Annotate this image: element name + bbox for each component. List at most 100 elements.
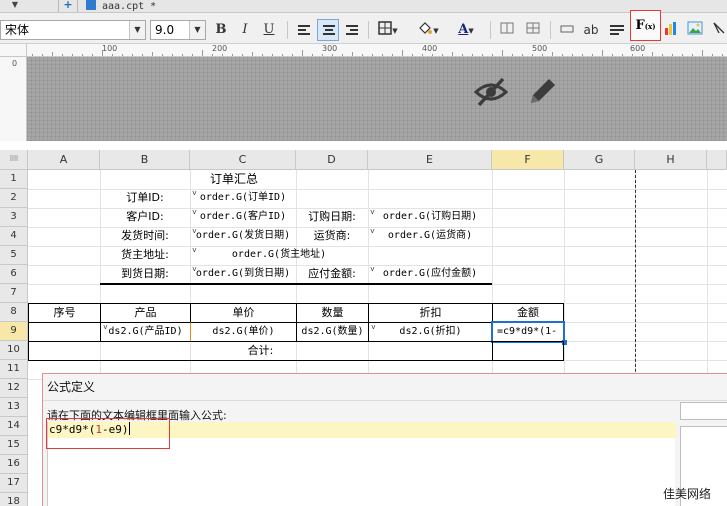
italic-button[interactable]: I (234, 19, 256, 41)
ship-time-value-cell[interactable]: order.G(发货日期) (190, 227, 296, 246)
row-header-8[interactable]: 8 (0, 303, 28, 322)
ship-time-label-cell[interactable]: 发货时间: (100, 227, 190, 246)
merge-cells-button[interactable] (496, 19, 518, 41)
row-header-18[interactable]: 18 (0, 493, 28, 506)
detail-seq-cell[interactable] (28, 322, 101, 342)
row-header-11[interactable]: 11 (0, 360, 28, 379)
border-button[interactable]: ▼ (373, 19, 403, 41)
column-header-f[interactable]: F (492, 150, 564, 170)
detail-discount-cell[interactable]: ds2.G(折扣) (368, 322, 493, 342)
header-price-cell[interactable]: 单价 (190, 303, 297, 323)
header-product-cell[interactable]: 产品 (100, 303, 191, 323)
ruler-mark: 300 (322, 44, 338, 53)
arrival-date-value-cell[interactable]: order.G(到货日期) (190, 265, 296, 284)
ruler-tick (282, 54, 283, 56)
row-header-13[interactable]: 13 (0, 398, 28, 417)
eye-slash-icon[interactable] (474, 75, 508, 109)
tab-file[interactable]: aaa.cpt * (86, 0, 164, 12)
customer-id-value-cell[interactable]: order.G(客户ID) (190, 208, 296, 227)
carrier-label-cell[interactable]: 运货商: (296, 227, 368, 246)
column-header-h[interactable]: H (635, 150, 707, 170)
formula-fx-button[interactable]: F(x) (630, 10, 661, 41)
underline-button[interactable]: U (258, 19, 280, 41)
split-cells-button[interactable] (522, 19, 544, 41)
cargo-address-label-cell[interactable]: 货主地址: (100, 246, 190, 265)
row-header-9[interactable]: 9 (0, 322, 28, 341)
slash-button[interactable] (708, 19, 727, 41)
total-amount-cell[interactable] (492, 341, 564, 361)
row-header-2[interactable]: 2 (0, 189, 28, 208)
row-header-14[interactable]: 14 (0, 417, 28, 436)
text-button[interactable]: ab (580, 19, 602, 41)
header-seq-cell[interactable]: 序号 (28, 303, 101, 323)
column-header-extra[interactable] (707, 150, 727, 170)
row-header-10[interactable]: 10 (0, 341, 28, 360)
column-header-d[interactable]: D (296, 150, 368, 170)
row-header-4[interactable]: 4 (0, 227, 28, 246)
row-header-3[interactable]: 3 (0, 208, 28, 227)
row-header-7[interactable]: 7 (0, 284, 28, 303)
align-right-button[interactable] (341, 19, 363, 41)
font-size-select[interactable]: 9.0 ▼ (150, 20, 206, 40)
pencil-icon[interactable] (525, 75, 559, 109)
column-header-e[interactable]: E (368, 150, 492, 170)
chevron-down-icon[interactable]: ▼ (189, 21, 205, 39)
order-date-label-cell[interactable]: 订购日期: (296, 208, 368, 227)
order-id-value-cell[interactable]: order.G(订单ID) (190, 189, 296, 208)
payable-value-cell[interactable]: order.G(应付金额) (368, 265, 492, 284)
order-id-label-cell[interactable]: 订单ID: (100, 189, 190, 208)
detail-qty-cell[interactable]: ds2.G(数量) (296, 322, 369, 342)
ruler-tick (462, 54, 463, 56)
row-header-6[interactable]: 6 (0, 265, 28, 284)
customer-id-label-cell[interactable]: 客户ID: (100, 208, 190, 227)
align-center-button[interactable] (317, 19, 339, 41)
ruler-tick (642, 54, 643, 56)
order-date-value-cell[interactable]: order.G(订购日期) (368, 208, 492, 227)
ruler-tick (232, 54, 233, 56)
report-title-cell[interactable]: 订单汇总 (100, 170, 368, 189)
ruler-tick (102, 50, 103, 56)
row-header-17[interactable]: 17 (0, 474, 28, 493)
column-header-a[interactable]: A (28, 150, 100, 170)
row-header-12[interactable]: 12 (0, 379, 28, 398)
align-left-button[interactable] (293, 19, 315, 41)
tab-menu-chevron-icon[interactable]: ▼ (0, 0, 30, 13)
fill-color-button[interactable]: ▼ (413, 19, 443, 41)
header-qty-cell[interactable]: 数量 (296, 303, 369, 323)
column-header-c[interactable]: C (190, 150, 296, 170)
cargo-address-value-cell[interactable]: order.G(货主地址) (190, 246, 368, 265)
row-header-16[interactable]: 16 (0, 455, 28, 474)
header-amount-cell[interactable]: 金额 (492, 303, 564, 323)
column-header-g[interactable]: G (564, 150, 635, 170)
new-tab-plus-icon[interactable]: + (58, 0, 78, 12)
detail-product-cell[interactable]: ds2.G(产品ID) (100, 322, 191, 342)
arrival-date-label-cell[interactable]: 到货日期: (100, 265, 190, 284)
insert-bar-button[interactable] (556, 19, 578, 41)
font-color-button[interactable]: A▼ (451, 19, 481, 41)
chevron-down-icon[interactable]: ▼ (129, 21, 145, 39)
bar-icon (560, 25, 574, 33)
total-label-cell[interactable]: 合计: (28, 341, 493, 361)
ruler-tick (532, 54, 533, 56)
header-discount-cell[interactable]: 折扣 (368, 303, 493, 323)
select-all-corner[interactable]: ⠿⠿ (0, 150, 28, 170)
ruler-tick (412, 54, 413, 56)
payable-label-cell[interactable]: 应付金额: (296, 265, 368, 284)
row-header-15[interactable]: 15 (0, 436, 28, 455)
ruler-tick (552, 52, 553, 56)
chart-button[interactable] (660, 19, 682, 41)
column-header-b[interactable]: B (100, 150, 190, 170)
function-search-input[interactable] (680, 402, 727, 420)
carrier-value-cell[interactable]: order.G(运货商) (368, 227, 492, 246)
paragraph-button[interactable] (606, 19, 628, 41)
bold-button[interactable]: B (210, 19, 232, 41)
ruler-mark: 600 (630, 44, 646, 53)
ruler-tick (192, 54, 193, 56)
font-family-select[interactable]: 宋体 ▼ (0, 20, 146, 40)
detail-price-cell[interactable]: ds2.G(单价) (190, 322, 297, 342)
row-header-5[interactable]: 5 (0, 246, 28, 265)
ruler-tick (82, 54, 83, 56)
row-header-1[interactable]: 1 (0, 170, 28, 189)
ruler-tick (632, 54, 633, 56)
insert-image-button[interactable] (684, 19, 706, 41)
